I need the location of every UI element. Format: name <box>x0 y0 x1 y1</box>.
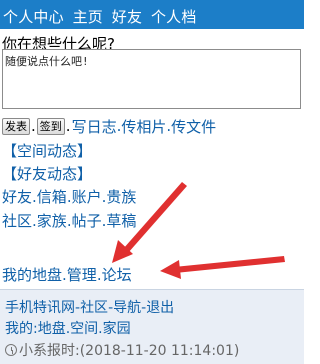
friend-updates-link[interactable]: 【好友动态】 <box>2 163 92 184</box>
noble-link[interactable]: 贵族 <box>106 188 136 206</box>
signin-button[interactable]: 签到 <box>36 117 65 135</box>
my-label: 我的: <box>5 321 38 337</box>
separator-dot: . <box>31 117 36 135</box>
top-nav-bar: 个人中心 主页 好友 个人档 <box>0 0 304 29</box>
nav-profile[interactable]: 个人档 <box>151 8 197 26</box>
upload-photo-link[interactable]: 传相片 <box>121 116 166 137</box>
friends-link[interactable]: 好友 <box>2 188 32 206</box>
separator-dot: . <box>65 117 71 135</box>
write-blog-link[interactable]: 写日志 <box>72 116 117 137</box>
footer-space-link[interactable]: 空间 <box>70 321 98 337</box>
nav-home[interactable]: 主页 <box>73 8 103 26</box>
actions-row: 发表 . 签到 . 写日志 . 传相片 . 传文件 <box>2 116 216 136</box>
nav-friends[interactable]: 好友 <box>112 8 142 26</box>
forum-link[interactable]: 论坛 <box>102 266 132 284</box>
clock-icon <box>5 344 17 356</box>
footer-links-row: 手机特讯网-社区-导航-退出 <box>5 300 175 316</box>
footer-community-link[interactable]: 社区 <box>80 300 108 316</box>
nav-personal-center[interactable]: 个人中心 <box>3 8 64 26</box>
footer-nav-link[interactable]: 导航 <box>113 300 141 316</box>
upload-file-link[interactable]: 传文件 <box>171 116 216 137</box>
publish-button[interactable]: 发表 <box>2 117 30 135</box>
footer-my-row: 我的:地盘.空间.家园 <box>5 321 131 337</box>
arrow-pointing-forum <box>160 256 285 279</box>
footer-home-link[interactable]: 家园 <box>103 321 131 337</box>
family-link[interactable]: 家族 <box>37 212 67 230</box>
links-row-3: 我的地盘.管理.论坛 <box>2 266 132 284</box>
manage-link[interactable]: 管理 <box>67 266 97 284</box>
status-input[interactable]: 随便说点什么吧! <box>2 49 301 109</box>
mailbox-link[interactable]: 信箱 <box>37 188 67 206</box>
logout-link[interactable]: 退出 <box>146 300 174 316</box>
footer-territory-link[interactable]: 地盘 <box>38 321 66 337</box>
site-home-link[interactable]: 手机特讯网 <box>5 300 75 316</box>
my-territory-link[interactable]: 我的地盘 <box>2 266 62 284</box>
footer: 手机特讯网-社区-导航-退出 我的:地盘.空间.家园 小系报时:(2018-11… <box>0 289 304 364</box>
links-row-1: 好友.信箱.账户.贵族 <box>2 188 137 206</box>
space-updates-link[interactable]: 【空间动态】 <box>2 140 92 161</box>
community-link[interactable]: 社区 <box>2 212 32 230</box>
account-link[interactable]: 账户 <box>72 188 102 206</box>
links-row-2: 社区.家族.帖子.草稿 <box>2 212 137 230</box>
posts-link[interactable]: 帖子 <box>72 212 102 230</box>
drafts-link[interactable]: 草稿 <box>106 212 136 230</box>
time-report-row: 小系报时:(2018-11-20 11:14:01) <box>5 340 239 360</box>
time-report: 小系报时:(2018-11-20 11:14:01) <box>19 343 240 359</box>
